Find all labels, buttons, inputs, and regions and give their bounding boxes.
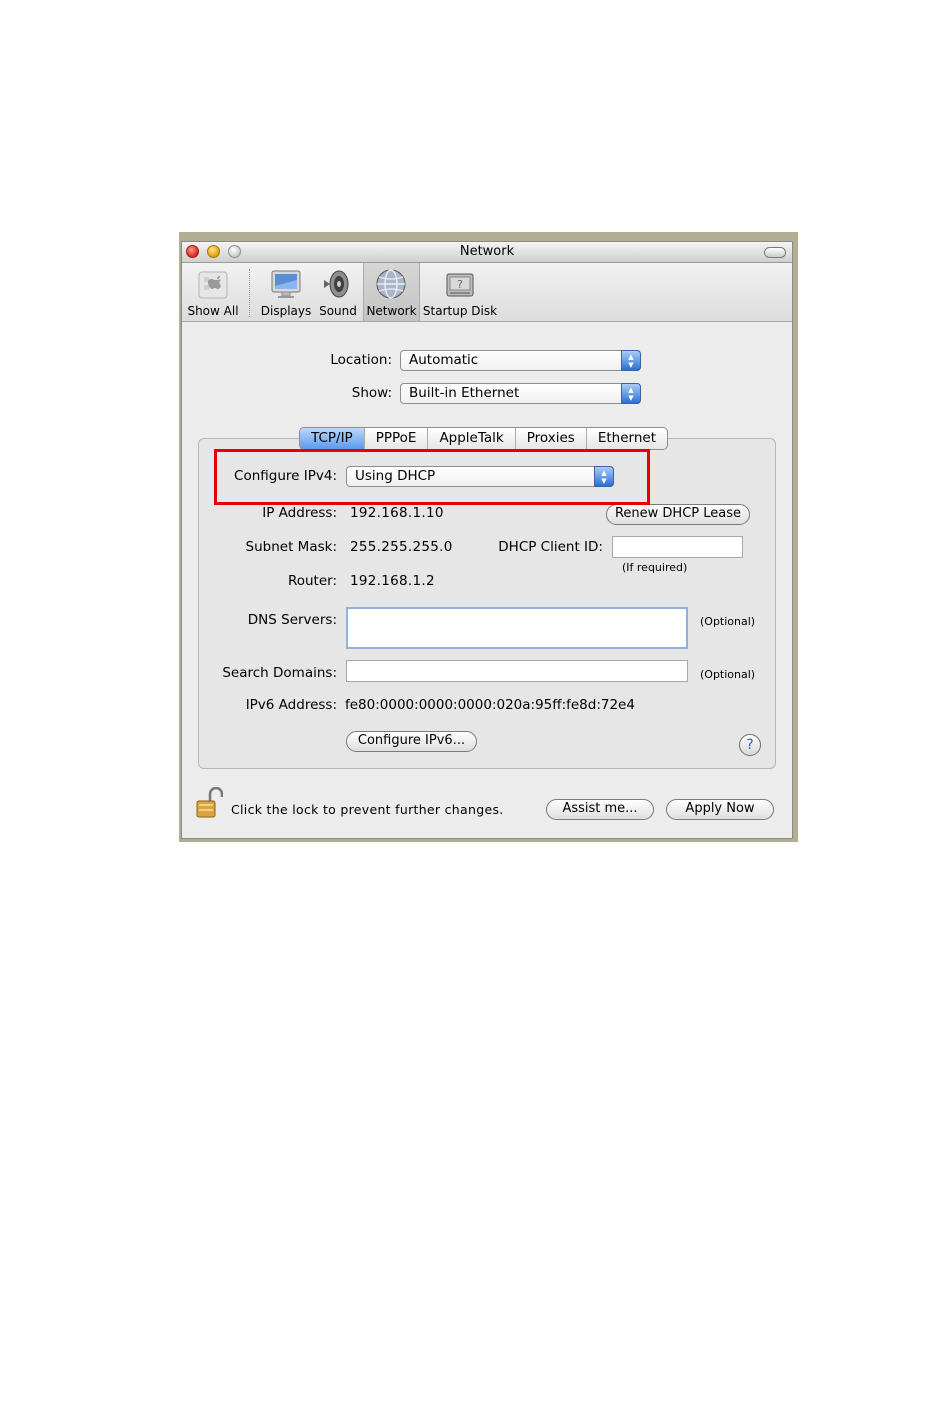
toolbar-displays[interactable]: Displays [258, 263, 314, 321]
subnet-mask-label: Subnet Mask: [245, 539, 337, 555]
renew-dhcp-lease-button[interactable]: Renew DHCP Lease [606, 504, 750, 525]
globe-icon [376, 269, 406, 299]
dns-servers-field[interactable] [346, 607, 688, 649]
toolbar-sound[interactable]: Sound [316, 263, 360, 321]
search-optional-hint: (Optional) [700, 668, 756, 681]
help-button[interactable]: ? [739, 734, 761, 756]
if-required-hint: (If required) [622, 561, 688, 574]
network-preferences-window: Network Show All Displays Sound Network … [181, 241, 793, 839]
svg-text:?: ? [457, 278, 463, 291]
router-value: 192.168.1.2 [350, 573, 435, 589]
disk-icon: ? [446, 273, 474, 297]
show-popup[interactable]: Built-in Ethernet ▲ ▼ [400, 383, 641, 404]
search-domains-field[interactable] [346, 660, 688, 682]
apple-icon [198, 271, 228, 299]
lock-icon[interactable] [195, 787, 223, 819]
toolbar-divider [249, 269, 250, 317]
tab-bar: TCP/IP PPPoE AppleTalk Proxies Ethernet [299, 427, 668, 450]
ipv6-address-label: IPv6 Address: [245, 697, 337, 713]
router-label: Router: [287, 573, 337, 589]
configure-ipv6-button[interactable]: Configure IPv6... [346, 731, 477, 752]
toolbar-startup-disk[interactable]: ? Startup Disk [422, 263, 498, 321]
toolbar-show-all[interactable]: Show All [185, 263, 241, 321]
display-icon [271, 270, 301, 298]
window-title: Network [459, 244, 515, 259]
subnet-mask-value: 255.255.255.0 [350, 539, 453, 555]
highlight-box [214, 449, 650, 505]
tab-pppoe[interactable]: PPPoE [365, 428, 429, 449]
toolbar-network[interactable]: Network [363, 263, 420, 321]
tab-tcpip[interactable]: TCP/IP [300, 428, 365, 449]
toolbar-label: Sound [319, 304, 357, 318]
popup-arrows-icon: ▲ ▼ [621, 383, 641, 404]
ip-address-label: IP Address: [262, 505, 337, 521]
tab-ethernet[interactable]: Ethernet [587, 428, 667, 449]
ipv6-address-value: fe80:0000:0000:0000:020a:95ff:fe8d:72e4 [345, 697, 635, 713]
show-label: Show: [351, 385, 392, 401]
toolbar-label: Startup Disk [422, 304, 498, 318]
apply-now-button[interactable]: Apply Now [666, 799, 774, 820]
toolbar-label: Displays [260, 304, 312, 318]
popup-arrows-icon: ▲ ▼ [621, 350, 641, 371]
lock-message: Click the lock to prevent further change… [231, 802, 504, 817]
show-value: Built-in Ethernet [409, 385, 520, 401]
dns-optional-hint: (Optional) [700, 615, 756, 628]
location-value: Automatic [409, 352, 479, 368]
toolbar-label: Network [366, 304, 417, 318]
toolbar-toggle-button[interactable] [764, 247, 786, 258]
dhcp-client-id-label: DHCP Client ID: [498, 539, 603, 555]
speaker-icon [324, 270, 349, 298]
dhcp-client-id-field[interactable] [612, 536, 743, 558]
location-popup[interactable]: Automatic ▲ ▼ [400, 350, 641, 371]
toolbar-label: Show All [187, 304, 239, 318]
assist-me-button[interactable]: Assist me... [546, 799, 654, 820]
search-domains-label: Search Domains: [222, 665, 337, 681]
dns-servers-label: DNS Servers: [247, 612, 337, 628]
title-bar[interactable]: Network [182, 242, 792, 263]
toolbar: Show All Displays Sound Network ? Startu… [182, 263, 792, 322]
ip-address-value: 192.168.1.10 [350, 505, 444, 521]
tab-proxies[interactable]: Proxies [516, 428, 587, 449]
tab-appletalk[interactable]: AppleTalk [428, 428, 516, 449]
location-label: Location: [330, 352, 392, 368]
